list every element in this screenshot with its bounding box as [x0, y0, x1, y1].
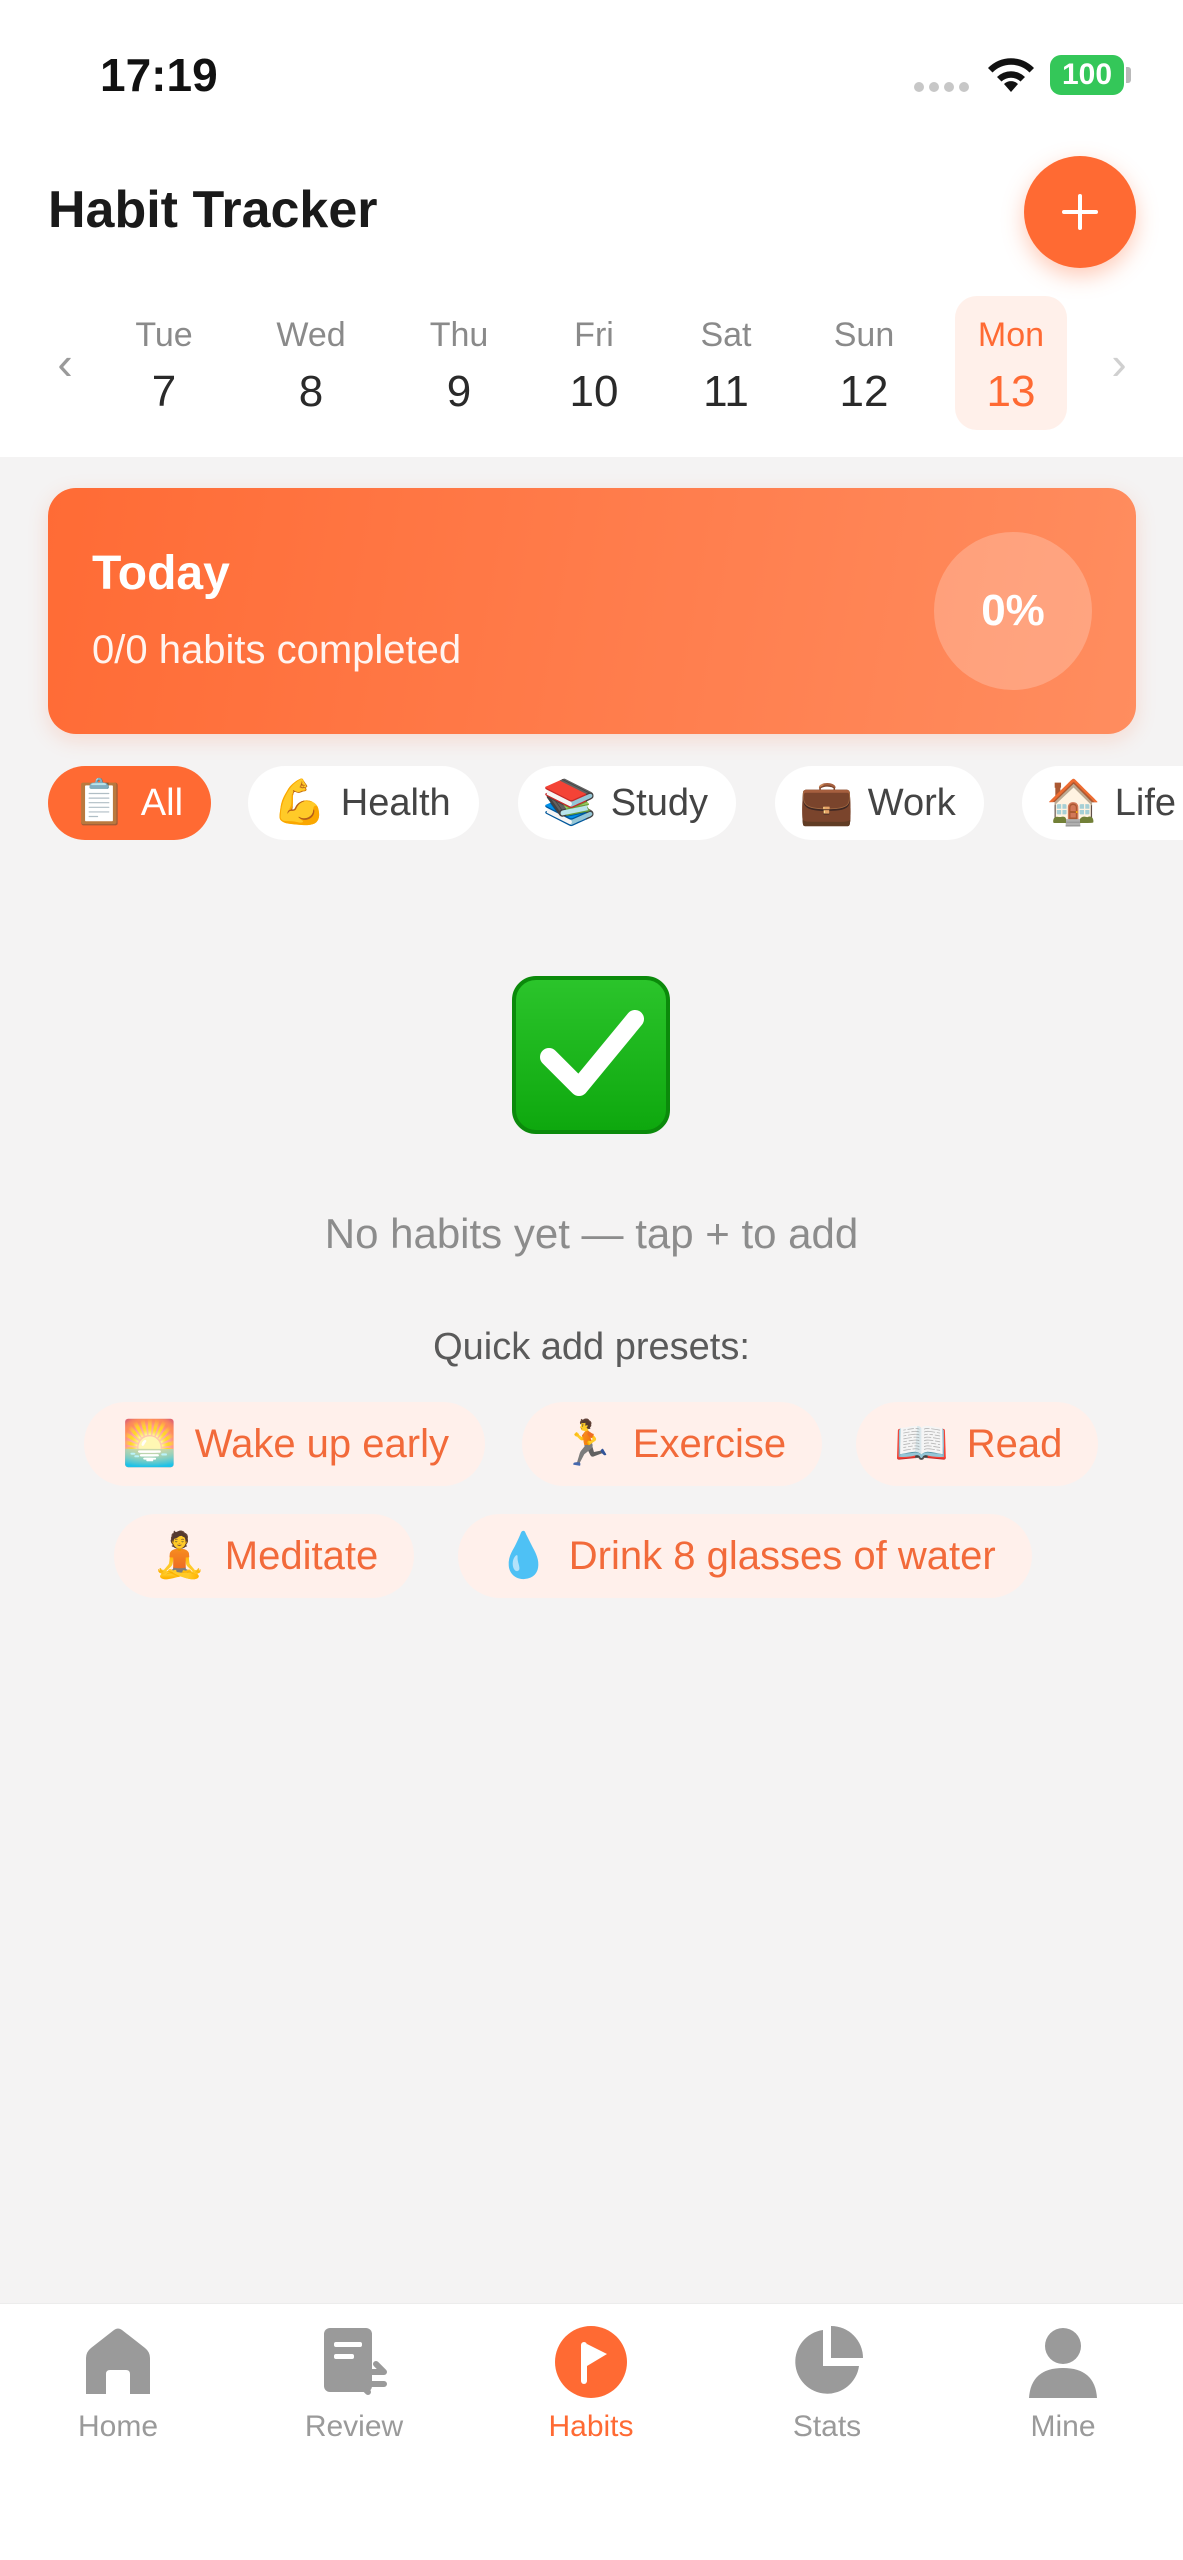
day-name: Fri [574, 316, 614, 354]
date-fri[interactable]: Fri 10 [538, 296, 650, 430]
preset-drink-water[interactable]: 💧 Drink 8 glasses of water [458, 1514, 1032, 1598]
plus-icon [1062, 194, 1098, 230]
status-time: 17:19 [100, 49, 218, 101]
tab-label: Home [77, 2410, 159, 2443]
clipboard-icon: 📋 [72, 778, 127, 827]
date-mon-selected[interactable]: Mon 13 [955, 296, 1067, 430]
check-mark-icon [512, 976, 670, 1134]
open-book-icon: 📖 [894, 1419, 949, 1468]
day-name: Sun [833, 316, 895, 354]
status-bar: 17:19 100 [0, 0, 1183, 150]
preset-wake-up-early[interactable]: 🌅 Wake up early [84, 1402, 485, 1486]
battery-indicator: 100 [1050, 55, 1124, 95]
meditation-icon: 🧘 [152, 1531, 207, 1580]
tab-label: Mine [1030, 2410, 1096, 2443]
category-chip-work[interactable]: 💼 Work [775, 766, 984, 840]
quick-presets-label: Quick add presets: [433, 1326, 750, 1368]
date-thu[interactable]: Thu 9 [403, 296, 515, 430]
bottom-tab-bar: Home Review Habits Stats Mine [0, 2303, 1183, 2560]
tab-stats[interactable]: Stats [752, 2322, 902, 2462]
chevron-right-icon: › [1111, 337, 1127, 389]
day-number: 11 [703, 367, 749, 416]
previous-week-button[interactable]: ‹ [50, 337, 80, 389]
chip-label: Life [1114, 781, 1177, 824]
day-number: 12 [839, 367, 889, 416]
tab-home[interactable]: Home [43, 2322, 193, 2462]
day-number: 13 [986, 367, 1036, 416]
books-icon: 📚 [542, 778, 597, 827]
date-sat[interactable]: Sat 11 [670, 296, 782, 430]
preset-label: Exercise [632, 1421, 787, 1466]
cellular-signal-icon [914, 82, 970, 94]
day-name: Sat [700, 316, 752, 354]
chip-label: Health [340, 781, 451, 824]
date-sun[interactable]: Sun 12 [808, 296, 920, 430]
chip-label: All [140, 781, 184, 824]
review-icon [324, 2328, 387, 2395]
tab-label: Review [304, 2410, 404, 2443]
user-icon [1029, 2328, 1097, 2398]
habits-icon [555, 2326, 627, 2398]
preset-label: Meditate [224, 1533, 379, 1578]
droplet-icon: 💧 [496, 1531, 551, 1580]
wifi-icon [988, 58, 1034, 92]
chip-label: Study [610, 781, 708, 824]
preset-exercise[interactable]: 🏃 Exercise [522, 1402, 823, 1486]
day-number: 8 [298, 367, 324, 416]
stats-icon [795, 2326, 863, 2394]
completion-percent: 0% [981, 586, 1045, 635]
battery-level: 100 [1061, 58, 1113, 91]
today-summary-card: Today 0/0 habits completed 0% [48, 488, 1136, 734]
preset-label: Wake up early [194, 1421, 449, 1466]
chevron-left-icon: ‹ [57, 337, 73, 389]
day-name: Tue [135, 316, 193, 354]
tab-label: Stats [792, 2410, 862, 2443]
day-number: 9 [446, 367, 472, 416]
add-habit-button[interactable] [1024, 156, 1136, 268]
empty-state-message: No habits yet — tap + to add [324, 1210, 859, 1257]
next-week-button[interactable]: › [1104, 337, 1134, 389]
day-number: 7 [151, 367, 177, 416]
home-icon [86, 2328, 150, 2394]
house-icon: 🏠 [1046, 778, 1101, 827]
page-title: Habit Tracker [48, 181, 378, 239]
category-chip-health[interactable]: 💪 Health [248, 766, 479, 840]
chip-label: Work [867, 781, 956, 824]
date-wed[interactable]: Wed 8 [255, 296, 367, 430]
date-tue[interactable]: Tue 7 [108, 296, 220, 430]
preset-read[interactable]: 📖 Read [856, 1402, 1099, 1486]
category-chip-study[interactable]: 📚 Study [518, 766, 736, 840]
completion-percent-ring: 0% [934, 532, 1092, 690]
today-progress-text: 0/0 habits completed [92, 628, 462, 672]
tab-mine[interactable]: Mine [988, 2322, 1138, 2462]
preset-meditate[interactable]: 🧘 Meditate [114, 1514, 415, 1598]
tab-review[interactable]: Review [279, 2322, 429, 2462]
category-chip-all[interactable]: 📋 All [48, 766, 212, 840]
running-icon: 🏃 [560, 1419, 615, 1468]
preset-label: Read [966, 1421, 1063, 1466]
day-name: Thu [429, 316, 489, 354]
today-title: Today [92, 547, 230, 600]
sunrise-icon: 🌅 [122, 1419, 177, 1468]
preset-label: Drink 8 glasses of water [568, 1533, 996, 1578]
category-chip-life[interactable]: 🏠 Life [1022, 766, 1183, 840]
flexed-biceps-icon: 💪 [272, 778, 327, 827]
day-name: Mon [977, 316, 1045, 354]
tab-label: Habits [548, 2410, 634, 2443]
briefcase-icon: 💼 [799, 778, 854, 827]
day-name: Wed [276, 316, 346, 354]
battery-cap [1126, 67, 1131, 83]
tab-habits[interactable]: Habits [516, 2322, 666, 2462]
day-number: 10 [569, 367, 619, 416]
